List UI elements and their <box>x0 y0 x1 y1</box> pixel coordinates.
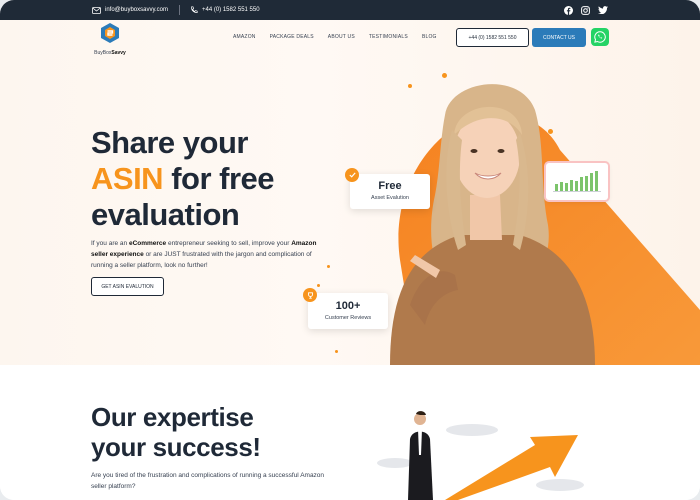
hero-description: If you are an eCommerce entrepreneur see… <box>91 238 321 271</box>
twitter-icon[interactable] <box>598 6 608 14</box>
decor-dot <box>317 284 320 287</box>
logo-icon <box>101 23 119 43</box>
growth-illustration <box>377 411 584 500</box>
top-bar: info@buyboxsavvy.com +44 (0) 1582 551 55… <box>0 0 700 20</box>
hero-title-line3: evaluation <box>91 197 240 232</box>
hero-title-line2-rest: for free <box>163 161 274 196</box>
growth-chart-card <box>546 163 608 200</box>
whatsapp-icon <box>594 31 606 43</box>
header-phone-button[interactable]: +44 (0) 1582 551 550 <box>456 28 529 47</box>
bar-chart-icon <box>553 171 601 192</box>
free-evaluation-card: Free Asset Evalution <box>350 174 430 209</box>
nav-item-amazon[interactable]: AMAZON <box>233 34 256 40</box>
nav-item-blog[interactable]: BLOG <box>422 34 437 40</box>
mail-icon <box>92 6 101 14</box>
social-links <box>564 0 608 20</box>
nav-item-package-deals[interactable]: PACKAGE DEALS <box>270 34 314 40</box>
hero-title-line1: Share your <box>91 125 248 160</box>
hero-title: Share your ASIN for free evaluation <box>91 125 274 233</box>
logo-text-regular: BuyBox <box>94 50 112 56</box>
reviews-card-title: 100+ <box>335 300 361 312</box>
whatsapp-button[interactable] <box>591 28 609 46</box>
expertise-paragraph: Are you tired of the frustration and com… <box>91 472 325 490</box>
decor-dot <box>327 265 330 268</box>
topbar-divider <box>179 5 180 15</box>
woman-photo <box>390 84 595 365</box>
facebook-icon[interactable] <box>564 5 573 15</box>
hero-title-highlight: ASIN <box>91 161 164 196</box>
nav-item-about-us[interactable]: ABOUT US <box>328 34 355 40</box>
decor-dot <box>408 84 412 88</box>
decor-dot <box>335 350 338 353</box>
brand-logo[interactable]: BuyBoxSavvy <box>90 22 130 56</box>
check-badge-icon <box>345 168 359 182</box>
page-frame: info@buyboxsavvy.com +44 (0) 1582 551 55… <box>0 0 700 500</box>
expertise-title-line2: your success! <box>91 432 261 462</box>
expertise-title: Our expertise your success! <box>91 402 261 462</box>
topbar-email-text: info@buyboxsavvy.com <box>105 7 169 13</box>
lead-bold-1: eCommerce <box>128 240 167 247</box>
free-card-title: Free <box>378 180 402 192</box>
get-asin-evaluation-button[interactable]: GET ASIN EVALUTION <box>91 277 164 296</box>
logo-wordmark: BuyBoxSavvy <box>90 50 130 56</box>
lead-text-2: entrepreneur seeking to sell, improve yo… <box>166 240 292 247</box>
instagram-icon[interactable] <box>581 5 590 15</box>
topbar-phone-text: +44 (0) 1582 551 550 <box>202 7 260 13</box>
free-card-subtitle: Asset Evalution <box>371 195 409 201</box>
hero-title-line2: ASIN for free <box>91 161 274 197</box>
contact-us-button[interactable]: CONTACT US <box>532 28 586 47</box>
decor-dot <box>442 73 447 78</box>
reviews-card-subtitle: Customer Reviews <box>324 315 372 321</box>
nav-item-testimonials[interactable]: TESTIMONIALS <box>369 34 408 40</box>
topbar-email[interactable]: info@buyboxsavvy.com <box>92 0 168 20</box>
decor-dot <box>548 129 553 134</box>
main-nav: AMAZON PACKAGE DEALS ABOUT US TESTIMONIA… <box>233 34 437 40</box>
lead-text-1: If you are an <box>91 240 129 247</box>
phone-icon <box>190 6 198 14</box>
logo-text-bold: Savvy <box>111 50 126 56</box>
customer-reviews-card: 100+ Customer Reviews <box>308 293 388 329</box>
expertise-title-line1: Our expertise <box>91 402 254 432</box>
topbar-phone[interactable]: +44 (0) 1582 551 550 <box>190 0 260 20</box>
trophy-badge-icon <box>303 288 317 302</box>
